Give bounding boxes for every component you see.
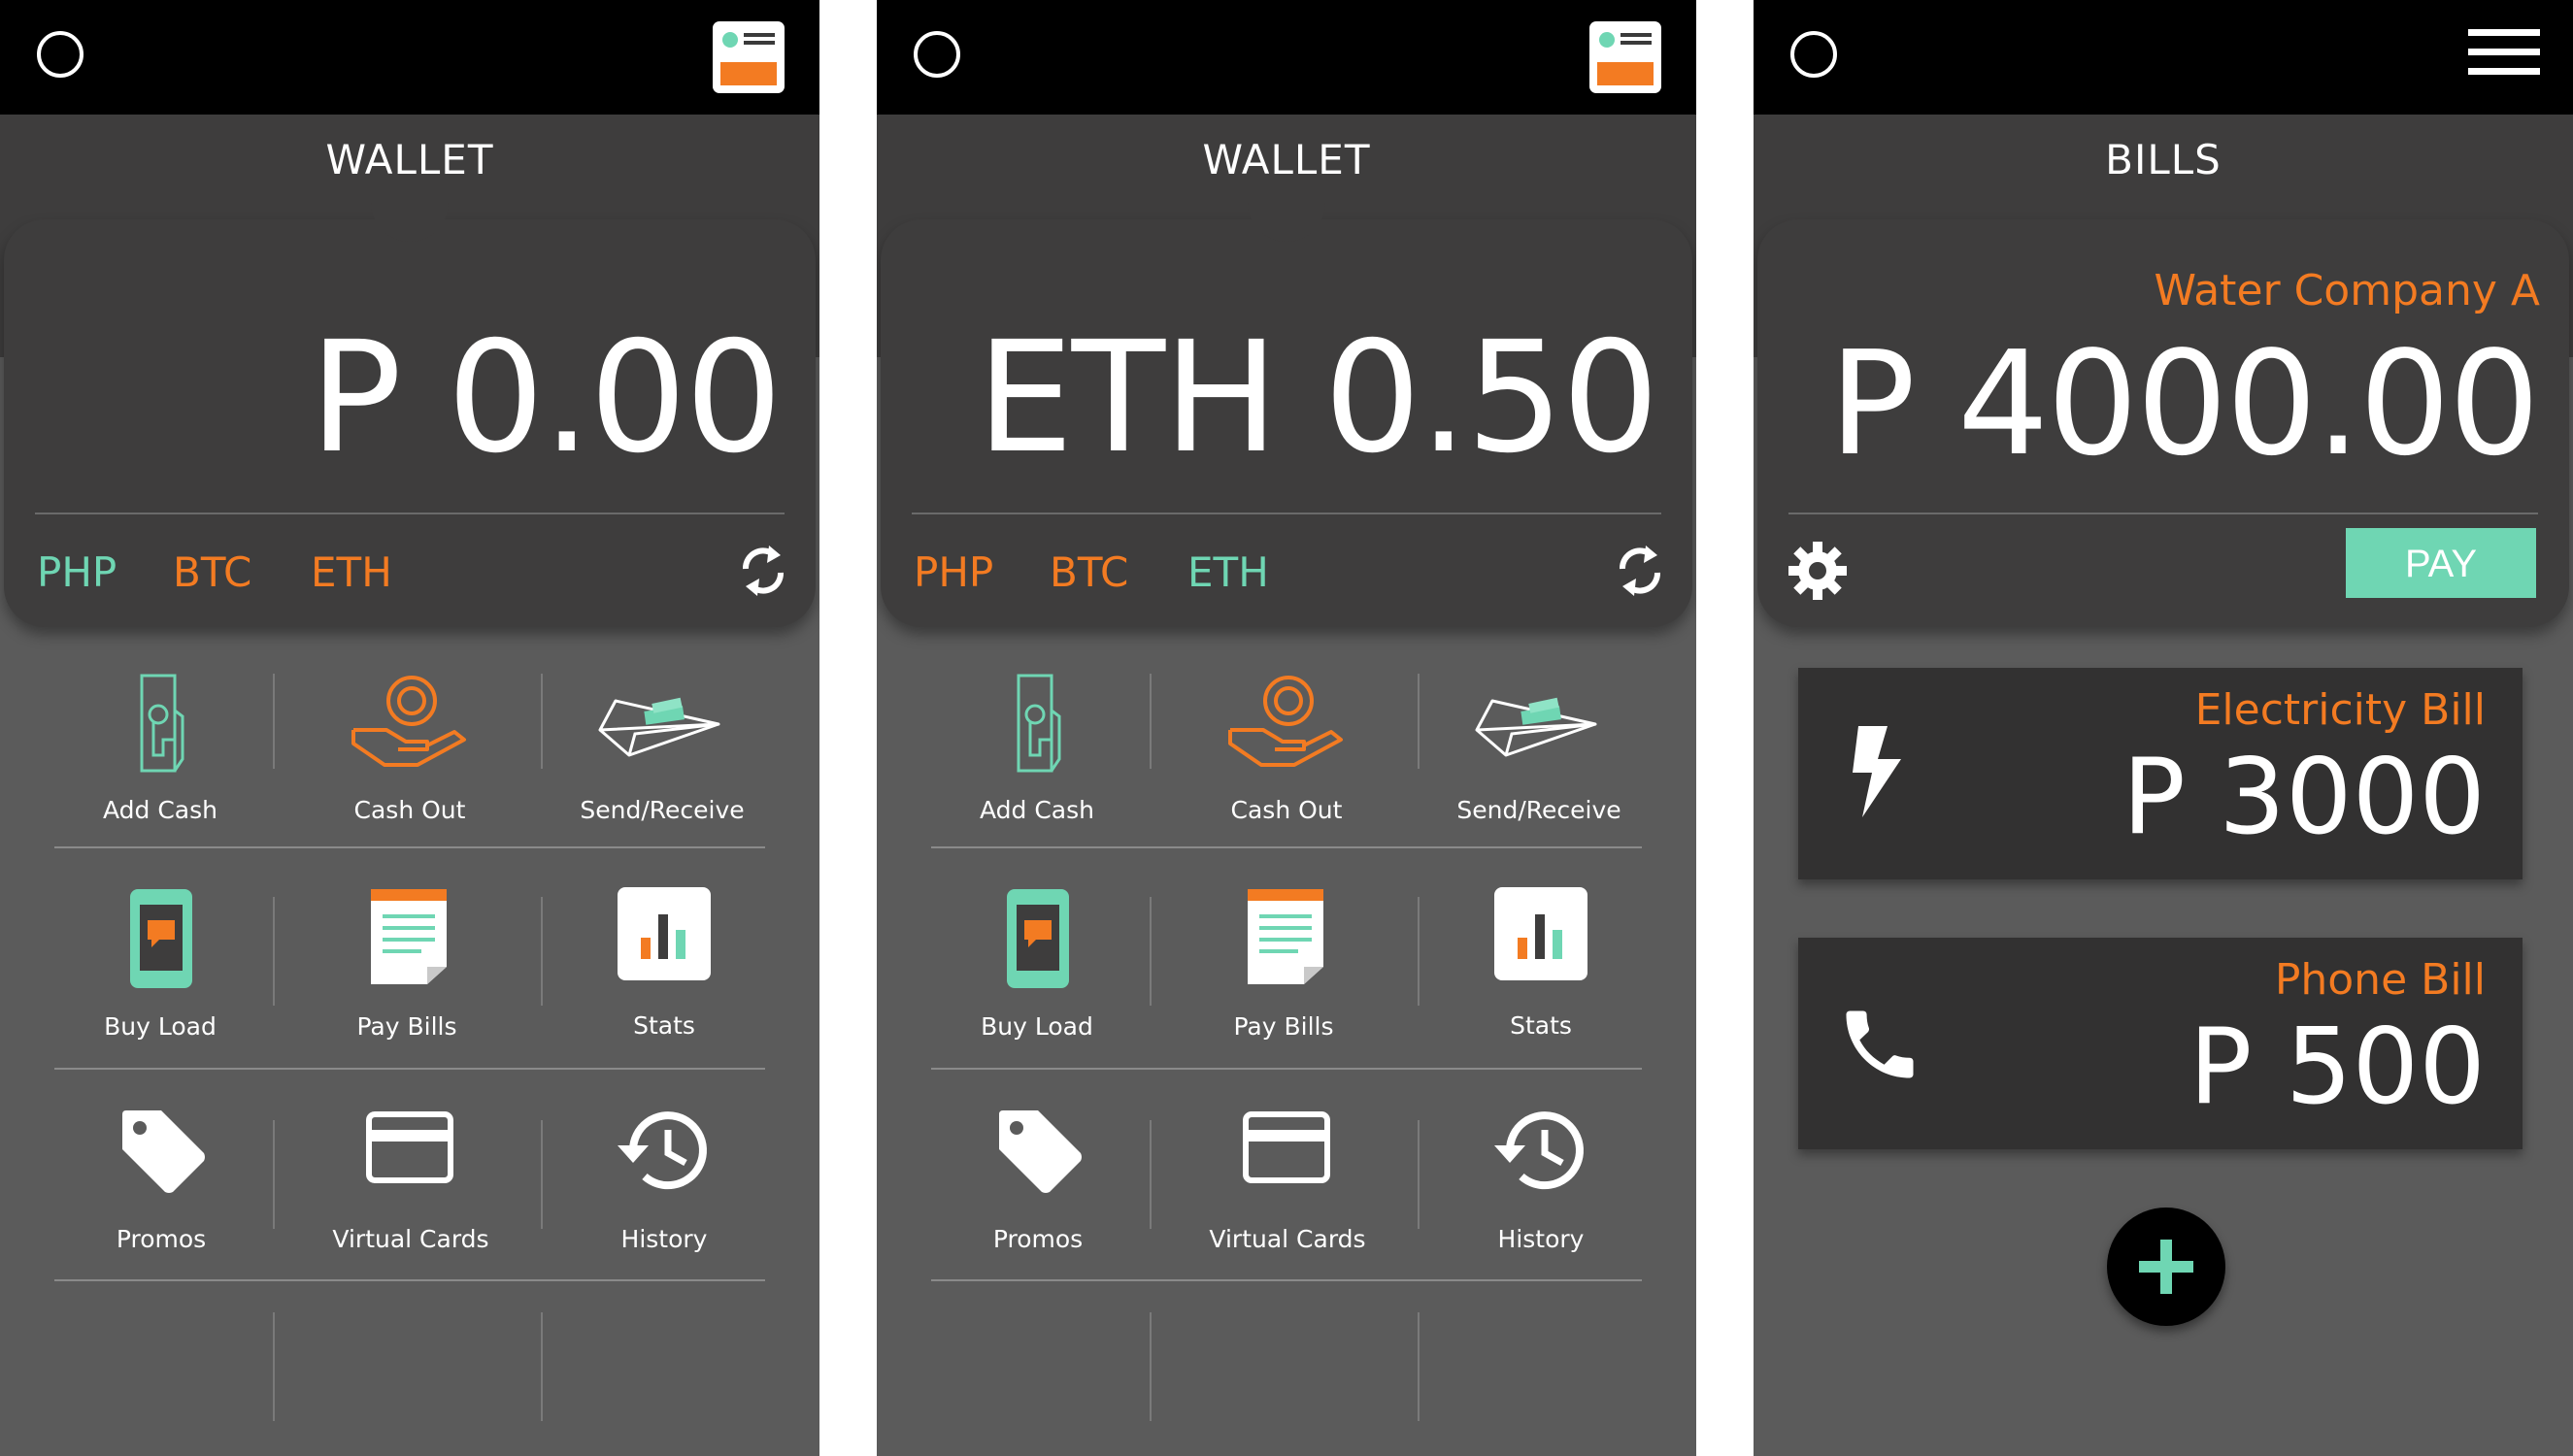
page-title: WALLET	[1202, 136, 1371, 183]
top-bar	[1754, 0, 2573, 115]
currency-tab-eth[interactable]: ETH	[1187, 548, 1269, 596]
bill-name: Electricity Bill	[2194, 685, 2486, 735]
stats-chart-icon	[618, 887, 711, 980]
home-circle-button[interactable]	[37, 31, 84, 78]
balance-amount: P 0.00	[309, 309, 783, 487]
bill-name: Phone Bill	[2274, 955, 2486, 1005]
currency-tab-btc[interactable]: BTC	[173, 548, 251, 596]
add-cash-icon	[1017, 674, 1061, 773]
credit-card-icon	[366, 1111, 453, 1183]
settings-gear-icon[interactable]	[1787, 540, 1849, 602]
currency-tab-btc[interactable]: BTC	[1050, 548, 1128, 596]
currency-tab-php[interactable]: PHP	[914, 548, 993, 596]
send-receive-icon	[1475, 697, 1597, 757]
pay-button[interactable]: PAY	[2346, 528, 2536, 598]
page-title: BILLS	[2105, 136, 2222, 183]
home-circle-button[interactable]	[1790, 31, 1837, 78]
hamburger-menu-icon[interactable]	[2468, 29, 2540, 78]
history-clock-icon	[618, 1111, 707, 1190]
add-cash-icon	[140, 674, 184, 773]
currency-tab-eth[interactable]: ETH	[311, 548, 392, 596]
refresh-icon[interactable]	[736, 540, 790, 602]
add-bill-button[interactable]	[2107, 1208, 2225, 1326]
bill-document-icon	[1248, 889, 1323, 984]
send-receive-icon	[598, 697, 720, 757]
top-bar	[0, 0, 819, 115]
plus-icon	[2139, 1240, 2193, 1294]
tag-icon	[999, 1110, 1082, 1193]
refresh-icon[interactable]	[1613, 540, 1667, 602]
bills-screen: BILLS Water Company A P 4000.00 PAY Elec…	[1754, 0, 2573, 1456]
top-bar	[877, 0, 1696, 115]
cash-out-icon	[1228, 676, 1343, 767]
currency-tab-php[interactable]: PHP	[37, 548, 117, 596]
home-circle-button[interactable]	[914, 31, 960, 78]
wallet-screen-eth: WALLET ETH 0.50 PHP BTC ETH Add Cash Cas…	[877, 0, 1696, 1456]
page-title: WALLET	[325, 136, 494, 183]
phone-icon	[1846, 1010, 1914, 1078]
bill-card-electricity[interactable]: Electricity Bill P 3000	[1798, 668, 2523, 879]
lightning-icon	[1853, 726, 1901, 817]
phone-load-icon	[130, 889, 192, 988]
bill-amount: P 500	[2189, 1007, 2486, 1128]
bill-document-icon	[371, 889, 447, 984]
id-card-icon[interactable]	[1589, 21, 1661, 93]
balance-amount: ETH 0.50	[976, 309, 1659, 487]
featured-bill-name: Water Company A	[2154, 266, 2540, 315]
stats-chart-icon	[1494, 887, 1587, 980]
id-card-icon[interactable]	[713, 21, 785, 93]
cash-out-icon	[351, 676, 466, 767]
tag-icon	[122, 1110, 205, 1193]
phone-load-icon	[1007, 889, 1069, 988]
wallet-screen-php: WALLET P 0.00 PHP BTC ETH Add Cash Cash …	[0, 0, 819, 1456]
featured-bill-amount: P 4000.00	[1828, 320, 2540, 487]
history-clock-icon	[1494, 1111, 1584, 1190]
bill-card-phone[interactable]: Phone Bill P 500	[1798, 938, 2523, 1149]
credit-card-icon	[1243, 1111, 1330, 1183]
bill-amount: P 3000	[2122, 737, 2486, 858]
